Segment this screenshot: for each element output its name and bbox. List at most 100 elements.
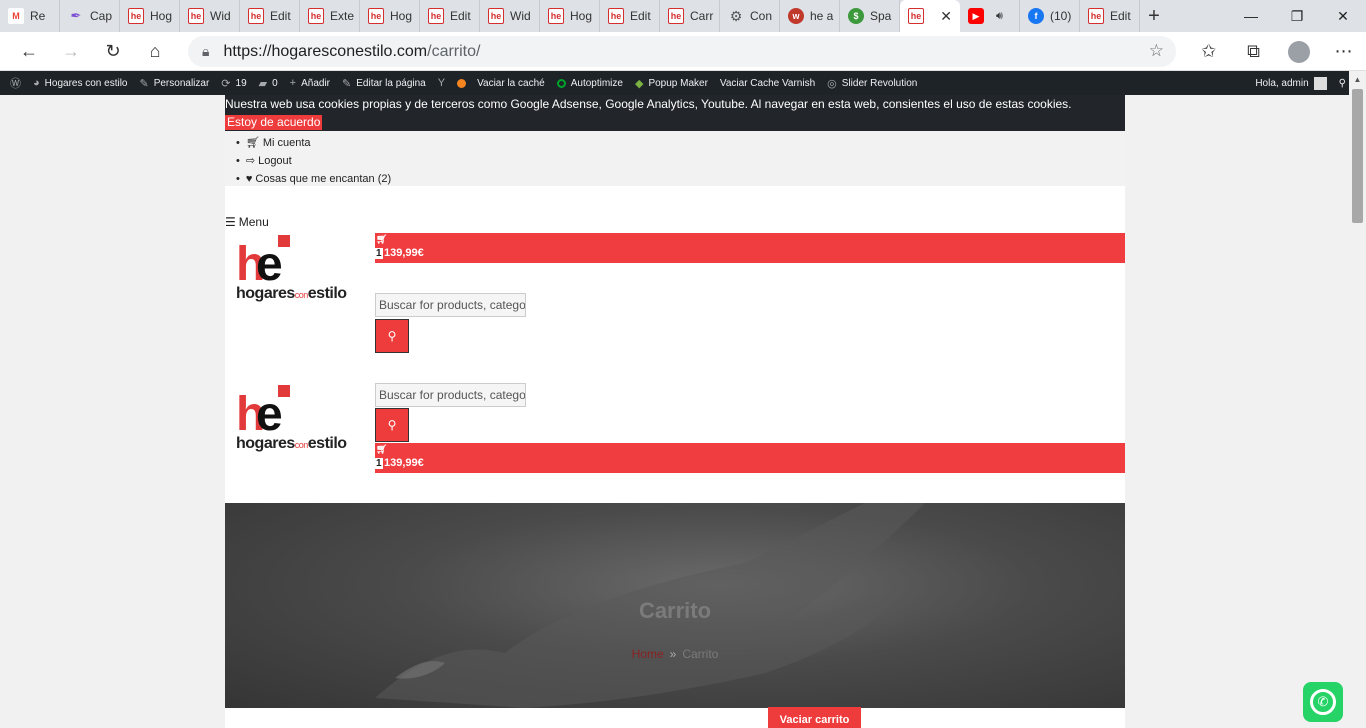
browser-tab[interactable]: he Hog	[540, 0, 600, 32]
browser-tab[interactable]: ✒ Cap	[60, 0, 120, 32]
wp-updates-link[interactable]: ⟳ 19	[215, 71, 252, 95]
facebook-icon: f	[1028, 8, 1044, 24]
address-bar[interactable]: 🔒︎ https://hogaresconestilo.com/carrito/…	[188, 36, 1176, 67]
cart-total: 139,99€	[384, 247, 424, 259]
site-logo[interactable]: he hogaresconestilo	[236, 235, 364, 307]
browser-tab[interactable]: he Hog	[360, 0, 420, 32]
wp-yoast-icon[interactable]: Y	[432, 71, 451, 95]
browser-tab[interactable]: he Edit	[1080, 0, 1140, 32]
mini-cart-bar-secondary[interactable]: 🛒︎ 1 139,99€	[375, 443, 1125, 473]
profile-avatar[interactable]	[1276, 34, 1321, 70]
comment-icon: ▰	[258, 77, 268, 90]
avatar	[1313, 76, 1327, 90]
he-icon: he	[668, 8, 684, 24]
tab-label: Hog	[570, 9, 593, 23]
browser-tab[interactable]: he Edit	[600, 0, 660, 32]
scroll-thumb[interactable]	[1352, 89, 1363, 223]
wp-comments-link[interactable]: ▰ 0	[253, 71, 284, 95]
wp-account-link[interactable]: Hola, admin	[1249, 71, 1332, 95]
wp-new-link[interactable]: + Añadir	[284, 71, 336, 95]
reload-button[interactable]: ↻	[92, 33, 134, 69]
close-tab-icon[interactable]: ✕	[940, 8, 952, 25]
wp-edit-page-link[interactable]: ✎ Editar la página	[336, 71, 432, 95]
search-button[interactable]: ⚲	[375, 319, 409, 353]
browser-tab[interactable]: ▶ 🔊︎	[960, 0, 1020, 32]
audio-playing-icon[interactable]: 🔊︎	[996, 10, 1003, 23]
wp-popup-maker-link[interactable]: ◆ Popup Maker	[629, 71, 714, 95]
slider-icon: ◎	[827, 77, 837, 90]
breadcrumb-home-link[interactable]: Home	[632, 647, 664, 661]
wishlist-link[interactable]: ♥Cosas que me encantan (2)	[236, 170, 1125, 188]
more-menu-icon[interactable]: ⋯	[1321, 34, 1366, 70]
tab-label: Cap	[90, 9, 113, 23]
browser-tab[interactable]: M Re	[0, 0, 60, 32]
breadcrumb: Home » Carrito	[225, 647, 1125, 661]
tab-label: Hog	[150, 9, 173, 23]
he-icon: he	[608, 8, 624, 24]
cookie-accept-button[interactable]: Estoy de acuerdo	[225, 115, 323, 130]
browser-tab[interactable]: ⚙ Con	[720, 0, 780, 32]
cart-total: 139,99€	[384, 457, 424, 469]
tab-label: Hog	[390, 9, 413, 23]
close-window-button[interactable]: ✕	[1320, 0, 1366, 32]
tab-label: Exte	[330, 9, 355, 23]
home-button[interactable]: ⌂	[134, 33, 176, 69]
he-icon: he	[488, 8, 504, 24]
search-input[interactable]: Buscar for products, categories	[375, 293, 526, 317]
wp-customize-link[interactable]: ✎ Personalizar	[133, 71, 215, 95]
my-account-link[interactable]: 🛒︎Mi cuenta	[236, 134, 1125, 152]
browser-tab[interactable]: $ Spa	[840, 0, 900, 32]
browser-tab[interactable]: f (10)	[1020, 0, 1080, 32]
search-icon: ⚲	[387, 418, 397, 432]
search-button-secondary[interactable]: ⚲	[375, 408, 409, 442]
scroll-up-icon[interactable]: ▲	[1349, 71, 1366, 88]
favorite-star-icon[interactable]: ☆	[1149, 41, 1164, 61]
whatsapp-icon: ✆	[1310, 689, 1336, 715]
browser-tab[interactable]: he Edit	[240, 0, 300, 32]
wp-autoptimize-link[interactable]: Autoptimize	[551, 71, 629, 95]
mini-cart-bar[interactable]: 🛒︎ 1 139,99€	[375, 233, 1125, 263]
plus-icon: +	[289, 77, 297, 89]
he-icon: he	[188, 8, 204, 24]
minimize-button[interactable]: —	[1228, 0, 1274, 32]
wp-site-link[interactable]: ◕ Hogares con estilo	[27, 71, 133, 95]
he-icon: he	[908, 8, 924, 24]
cart-count-badge: 1	[375, 458, 383, 469]
wp-clear-cache-link[interactable]: Vaciar la caché	[451, 71, 551, 95]
new-tab-button[interactable]: +	[1140, 2, 1168, 30]
collections-icon[interactable]: ⧉	[1231, 34, 1276, 70]
browser-tab[interactable]: he ✕	[900, 0, 960, 32]
back-button[interactable]: ←	[8, 33, 50, 69]
lock-icon: 🔒︎	[202, 43, 210, 59]
empty-cart-button[interactable]: Vaciar carrito	[768, 707, 861, 728]
forward-button[interactable]: →	[50, 33, 92, 69]
page-scrollbar[interactable]: ▲	[1349, 71, 1366, 728]
heart-icon: ♥	[245, 173, 253, 185]
wp-logo-icon[interactable]: Ⓦ	[4, 71, 27, 95]
wp-slider-link[interactable]: ◎ Slider Revolution	[821, 71, 923, 95]
browser-tab[interactable]: he Carr	[660, 0, 720, 32]
url-text: https://hogaresconestilo.com/carrito/	[223, 42, 481, 60]
browser-tab[interactable]: he Edit	[420, 0, 480, 32]
avatar	[1287, 40, 1310, 63]
browser-tab[interactable]: he Exte	[300, 0, 360, 32]
logout-link[interactable]: ⇨Logout	[236, 152, 1125, 170]
search-input-secondary[interactable]: Buscar for products, categories	[375, 383, 526, 407]
tab-label: Spa	[870, 9, 892, 23]
menu-toggle[interactable]: ☰ Menu	[225, 215, 269, 229]
browser-tab[interactable]: he Hog	[120, 0, 180, 32]
tab-label: Edit	[450, 9, 471, 23]
browser-tab[interactable]: he Wid	[180, 0, 240, 32]
site-logo-secondary[interactable]: he hogaresconestilo	[236, 385, 364, 457]
whatsapp-button[interactable]: ✆	[1303, 682, 1343, 722]
restore-button[interactable]: ❐	[1274, 0, 1320, 32]
browser-tab[interactable]: w he a	[780, 0, 840, 32]
favorites-icon[interactable]: ✩	[1186, 34, 1231, 70]
he-icon: he	[248, 8, 264, 24]
tab-label: Con	[750, 9, 773, 23]
gear-icon: ⚙	[729, 7, 743, 24]
browser-tab[interactable]: he Wid	[480, 0, 540, 32]
wp-varnish-link[interactable]: Vaciar Cache Varnish	[714, 71, 821, 95]
he-icon: he	[128, 8, 144, 24]
pencil-icon: ✎	[342, 77, 352, 90]
